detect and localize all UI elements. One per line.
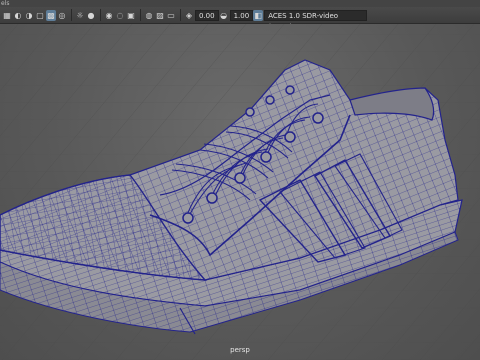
grid-view-icon[interactable]: ▦ [2, 10, 12, 21]
wireframe-icon[interactable]: ▢ [35, 10, 45, 21]
exposure-field[interactable]: 0.00 [195, 9, 219, 21]
toolbar-divider [140, 9, 141, 21]
motion-blur-icon[interactable]: ▨ [155, 10, 165, 21]
window-title-text: els [1, 0, 10, 7]
depth-of-field-icon[interactable]: ◍ [144, 10, 154, 21]
wireframe-on-shaded-icon[interactable]: ▩ [46, 9, 56, 21]
isolate-select-icon[interactable]: ▣ [126, 10, 136, 21]
gate-mask-icon[interactable]: ▭ [166, 10, 176, 21]
color-space-dropdown[interactable]: ACES 1.0 SDR-video (sRGB) [264, 9, 368, 31]
shadow-icon[interactable]: ● [86, 10, 96, 21]
shading-icon[interactable]: ◐ [13, 10, 23, 21]
xray-icon[interactable]: ◎ [57, 10, 67, 21]
toolbar-divider [71, 9, 72, 21]
viewport-toolbar: ▦ ◐ ◑ ▢ ▩ ◎ ☼ ● ◉ ◌ ▣ ◍ ▨ ▭ ◈ 0.00 ◒ 1.0… [0, 7, 480, 31]
antialias-icon[interactable]: ◌ [115, 10, 125, 21]
toolbar-divider [100, 9, 101, 21]
light-icon[interactable]: ☼ [75, 10, 85, 21]
lighting-icon[interactable]: ◑ [24, 10, 34, 21]
camera-name-label: persp [230, 346, 250, 354]
exposure-icon[interactable]: ◈ [184, 10, 194, 21]
gamma-icon[interactable]: ◒ [219, 10, 229, 21]
window-title: els [0, 0, 480, 7]
toolbar-divider [180, 9, 181, 21]
color-management-icon[interactable]: ◧ [253, 9, 264, 21]
gamma-field[interactable]: 1.00 [229, 9, 254, 21]
ambient-occlusion-icon[interactable]: ◉ [104, 10, 114, 21]
sneaker-wireframe-model [0, 24, 480, 360]
viewport-3d[interactable]: persp [0, 24, 480, 360]
